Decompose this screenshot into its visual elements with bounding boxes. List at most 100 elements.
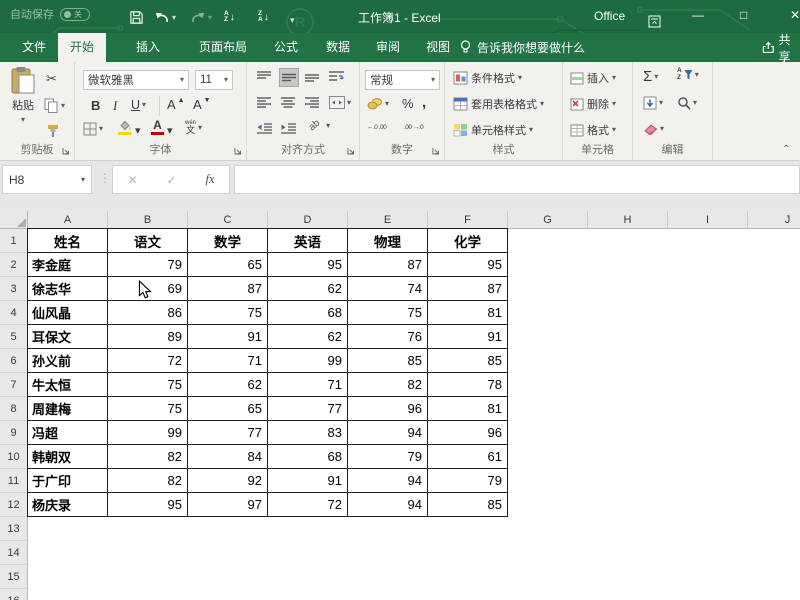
underline-caret[interactable]: ▾ <box>142 101 146 109</box>
cell-styles-button[interactable]: 单元格样式 ▾ <box>453 122 533 138</box>
cell-A7[interactable]: 牛太恒 <box>28 373 108 397</box>
formula-input[interactable] <box>234 165 800 194</box>
cell-A10[interactable]: 韩朝双 <box>28 445 108 469</box>
row-header-16[interactable]: 16 <box>0 589 28 600</box>
find-select-button[interactable]: ▾ <box>677 96 697 110</box>
cell-E8[interactable]: 96 <box>348 397 428 421</box>
close-button[interactable]: ✕ <box>790 8 800 22</box>
cell-A1[interactable]: 姓名 <box>28 229 108 253</box>
name-box[interactable]: H8 ▾ <box>2 165 92 194</box>
percent-style-button[interactable]: % <box>402 96 414 111</box>
row-header-3[interactable]: 3 <box>0 277 28 301</box>
phonetic-caret[interactable]: ▾ <box>198 124 202 132</box>
cell-B1[interactable]: 语文 <box>108 229 188 253</box>
clipboard-dialog-launcher[interactable] <box>61 146 71 156</box>
cell-A11[interactable]: 于广印 <box>28 469 108 493</box>
row-header-14[interactable]: 14 <box>0 541 28 565</box>
alignment-dialog-launcher[interactable] <box>346 146 356 156</box>
cell-E7[interactable]: 82 <box>348 373 428 397</box>
copy-dropdown-caret[interactable]: ▾ <box>61 102 65 110</box>
shrink-font-button[interactable]: A▼ <box>193 97 211 112</box>
column-header-A[interactable]: A <box>28 211 108 229</box>
underline-button[interactable]: U ▾ <box>131 98 146 112</box>
cell-C3[interactable]: 87 <box>188 277 268 301</box>
merge-caret[interactable]: ▾ <box>347 99 351 107</box>
cell-A4[interactable]: 仙风晶 <box>28 301 108 325</box>
cell-D1[interactable]: 英语 <box>268 229 348 253</box>
cell-B8[interactable]: 75 <box>108 397 188 421</box>
clear-button[interactable]: ▾ <box>643 123 664 135</box>
accounting-format-button[interactable]: ▾ <box>367 97 389 110</box>
borders-button[interactable]: ▾ <box>83 122 103 136</box>
fill-button[interactable]: ▾ <box>643 96 663 110</box>
row-header-6[interactable]: 6 <box>0 349 28 373</box>
account-name[interactable]: Office <box>594 9 625 23</box>
cell-D10[interactable]: 68 <box>268 445 348 469</box>
bottom-align-button[interactable] <box>305 70 319 83</box>
grow-font-button[interactable]: A▲ <box>167 97 185 112</box>
cell-C6[interactable]: 71 <box>188 349 268 373</box>
bold-button[interactable]: B <box>91 98 100 113</box>
cell-F6[interactable]: 85 <box>428 349 508 373</box>
cell-A3[interactable]: 徐志华 <box>28 277 108 301</box>
tab-page-layout[interactable]: 页面布局 <box>184 33 262 62</box>
autosave-switch[interactable]: 关 <box>60 8 90 21</box>
tab-view[interactable]: 视图 <box>414 33 462 62</box>
format-painter-button[interactable] <box>46 124 60 138</box>
cell-B10[interactable]: 82 <box>108 445 188 469</box>
cell-E1[interactable]: 物理 <box>348 229 428 253</box>
cell-F2[interactable]: 95 <box>428 253 508 277</box>
cell-B9[interactable]: 99 <box>108 421 188 445</box>
confirm-entry-button[interactable]: ✓ <box>166 173 176 187</box>
cell-D9[interactable]: 83 <box>268 421 348 445</box>
cell-D3[interactable]: 62 <box>268 277 348 301</box>
column-header-C[interactable]: C <box>188 211 268 229</box>
select-all-button[interactable] <box>0 211 28 229</box>
row-header-4[interactable]: 4 <box>0 301 28 325</box>
tell-me-box[interactable]: 告诉我你想要做什么 <box>460 33 585 62</box>
cell-C12[interactable]: 97 <box>188 493 268 517</box>
autosum-button[interactable]: Σ ▾ <box>643 68 658 85</box>
cell-C2[interactable]: 65 <box>188 253 268 277</box>
formula-bar-drag-handle[interactable]: ⋮ <box>99 171 111 185</box>
cell-F7[interactable]: 78 <box>428 373 508 397</box>
cut-button[interactable]: ✂ <box>46 72 57 85</box>
cell-E6[interactable]: 85 <box>348 349 428 373</box>
paste-button[interactable]: 粘贴 ▾ <box>5 66 41 144</box>
tab-file[interactable]: 文件 <box>10 33 58 62</box>
cell-E5[interactable]: 76 <box>348 325 428 349</box>
cell-F1[interactable]: 化学 <box>428 229 508 253</box>
row-header-13[interactable]: 13 <box>0 517 28 541</box>
phonetic-guide-button[interactable]: wén 文 ▾ <box>185 120 202 135</box>
align-right-button[interactable] <box>305 96 319 109</box>
insert-caret[interactable]: ▾ <box>612 74 616 82</box>
sort-filter-caret[interactable]: ▾ <box>695 71 699 79</box>
tab-data[interactable]: 数据 <box>314 33 362 62</box>
cell-A12[interactable]: 杨庆录 <box>28 493 108 517</box>
cell-C7[interactable]: 62 <box>188 373 268 397</box>
delete-cells-button[interactable]: 删除 ▾ <box>570 96 616 112</box>
insert-function-button[interactable]: fx <box>205 172 214 187</box>
cell-F4[interactable]: 81 <box>428 301 508 325</box>
align-center-button[interactable] <box>281 96 295 109</box>
collapse-ribbon-button[interactable]: ⌃ <box>782 144 790 155</box>
comma-style-button[interactable]: , <box>422 94 426 111</box>
cell-F10[interactable]: 61 <box>428 445 508 469</box>
decrease-indent-button[interactable] <box>257 122 272 135</box>
align-left-button[interactable] <box>257 96 271 109</box>
italic-button[interactable]: I <box>113 98 117 114</box>
column-header-I[interactable]: I <box>668 211 748 229</box>
fill-color-button[interactable] <box>117 120 132 135</box>
format-caret[interactable]: ▾ <box>612 126 616 134</box>
cell-B12[interactable]: 95 <box>108 493 188 517</box>
top-align-button[interactable] <box>257 70 271 83</box>
number-dialog-launcher[interactable] <box>431 146 441 156</box>
cell-A5[interactable]: 耳保文 <box>28 325 108 349</box>
cancel-entry-button[interactable]: ✕ <box>127 173 137 187</box>
save-button[interactable] <box>126 5 146 29</box>
minimize-button[interactable]: — <box>692 8 704 22</box>
orientation-button[interactable]: ab ▾ <box>309 120 330 131</box>
qat-customize-button[interactable]: ▾ <box>290 8 295 32</box>
increase-indent-button[interactable] <box>281 122 296 135</box>
conditional-formatting-caret[interactable]: ▾ <box>518 74 522 82</box>
